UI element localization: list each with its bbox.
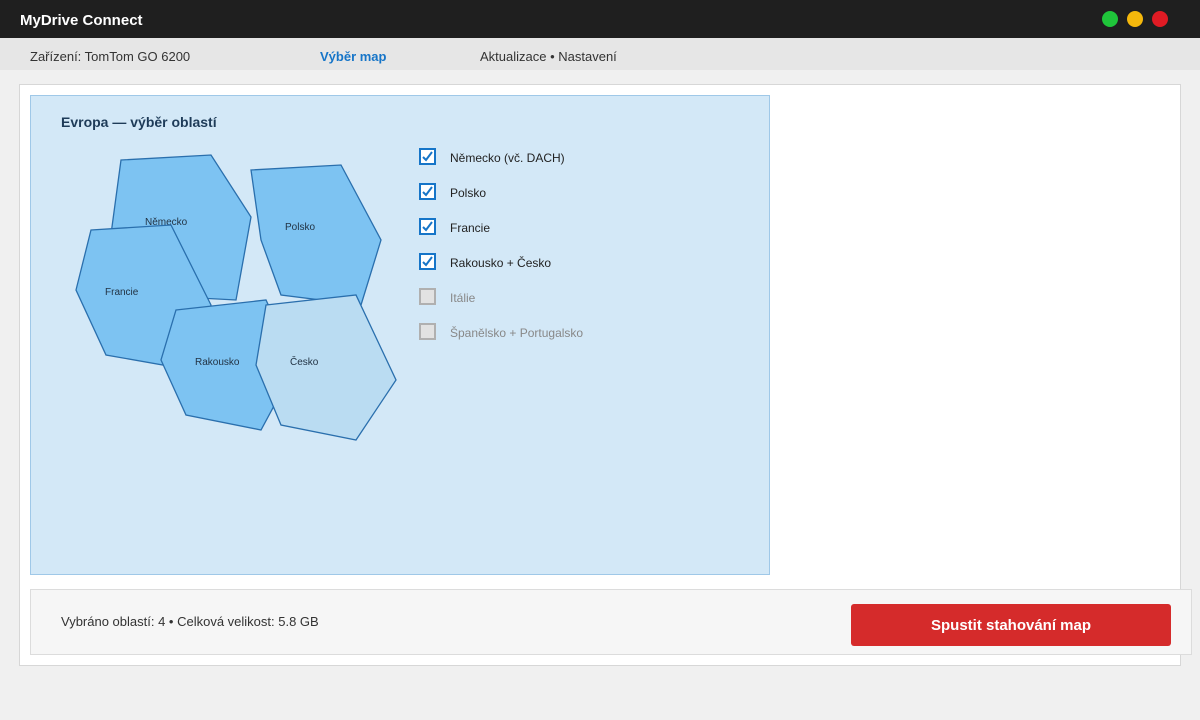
region-option-austria-czechia[interactable]: Rakousko + Česko (419, 253, 679, 275)
checkbox-disabled (419, 323, 436, 340)
region-option-label: Rakousko + Česko (450, 256, 552, 270)
checkmark-icon (422, 221, 433, 232)
region-option-germany[interactable]: Německo (vč. DACH) (419, 148, 679, 170)
close-window-button[interactable] (1152, 11, 1168, 27)
app-title: MyDrive Connect (20, 12, 143, 29)
checkmark-icon (422, 186, 433, 197)
checkmark-icon (422, 151, 433, 162)
tab-updates-settings[interactable]: Aktualizace • Nastavení (480, 49, 617, 64)
selection-summary: Vybráno oblastí: 4 • Celková velikost: 5… (61, 614, 319, 629)
region-option-poland[interactable]: Polsko (419, 183, 679, 205)
region-option-label: Francie (450, 221, 491, 235)
map-region-czechia[interactable]: Česko (255, 294, 397, 441)
checkbox-disabled (419, 288, 436, 305)
checkbox-checked[interactable] (419, 183, 436, 200)
map-panel: Evropa — výběr oblastí Německo Polsko Fr… (30, 95, 770, 575)
minimize-window-button[interactable] (1127, 11, 1143, 27)
device-label: Zařízení: TomTom GO 6200 (30, 49, 191, 64)
checkmark-icon (422, 256, 433, 267)
main-panel: Evropa — výběr oblastí Německo Polsko Fr… (19, 84, 1192, 666)
title-bar: MyDrive Connect (0, 0, 1200, 38)
start-download-button[interactable]: Spustit stahování map (851, 604, 1171, 646)
checkbox-checked[interactable] (419, 218, 436, 235)
region-option-italy: Itálie (419, 288, 679, 310)
map-region-poland[interactable]: Polsko (250, 164, 382, 306)
tab-map-selection[interactable]: Výběr map (320, 49, 386, 64)
maximize-window-button[interactable] (1102, 11, 1118, 27)
region-option-label: Španělsko + Portugalsko (450, 326, 584, 340)
map-label-france: Francie (105, 287, 139, 298)
footer-bar: Vybráno oblastí: 4 • Celková velikost: 5… (30, 589, 1192, 655)
region-option-france[interactable]: Francie (419, 218, 679, 240)
region-option-label: Itálie (450, 291, 476, 305)
nav-bar: Zařízení: TomTom GO 6200 Výběr map Aktua… (0, 38, 1200, 70)
checkbox-checked[interactable] (419, 253, 436, 270)
map-label-austria: Rakousko (195, 357, 240, 368)
region-option-label: Polsko (450, 186, 487, 200)
region-option-label: Německo (vč. DACH) (450, 151, 565, 165)
checkbox-checked[interactable] (419, 148, 436, 165)
map-label-czechia: Česko (290, 355, 319, 368)
region-option-spain-portugal: Španělsko + Portugalsko (419, 323, 679, 345)
map-label-poland: Polsko (285, 222, 315, 233)
